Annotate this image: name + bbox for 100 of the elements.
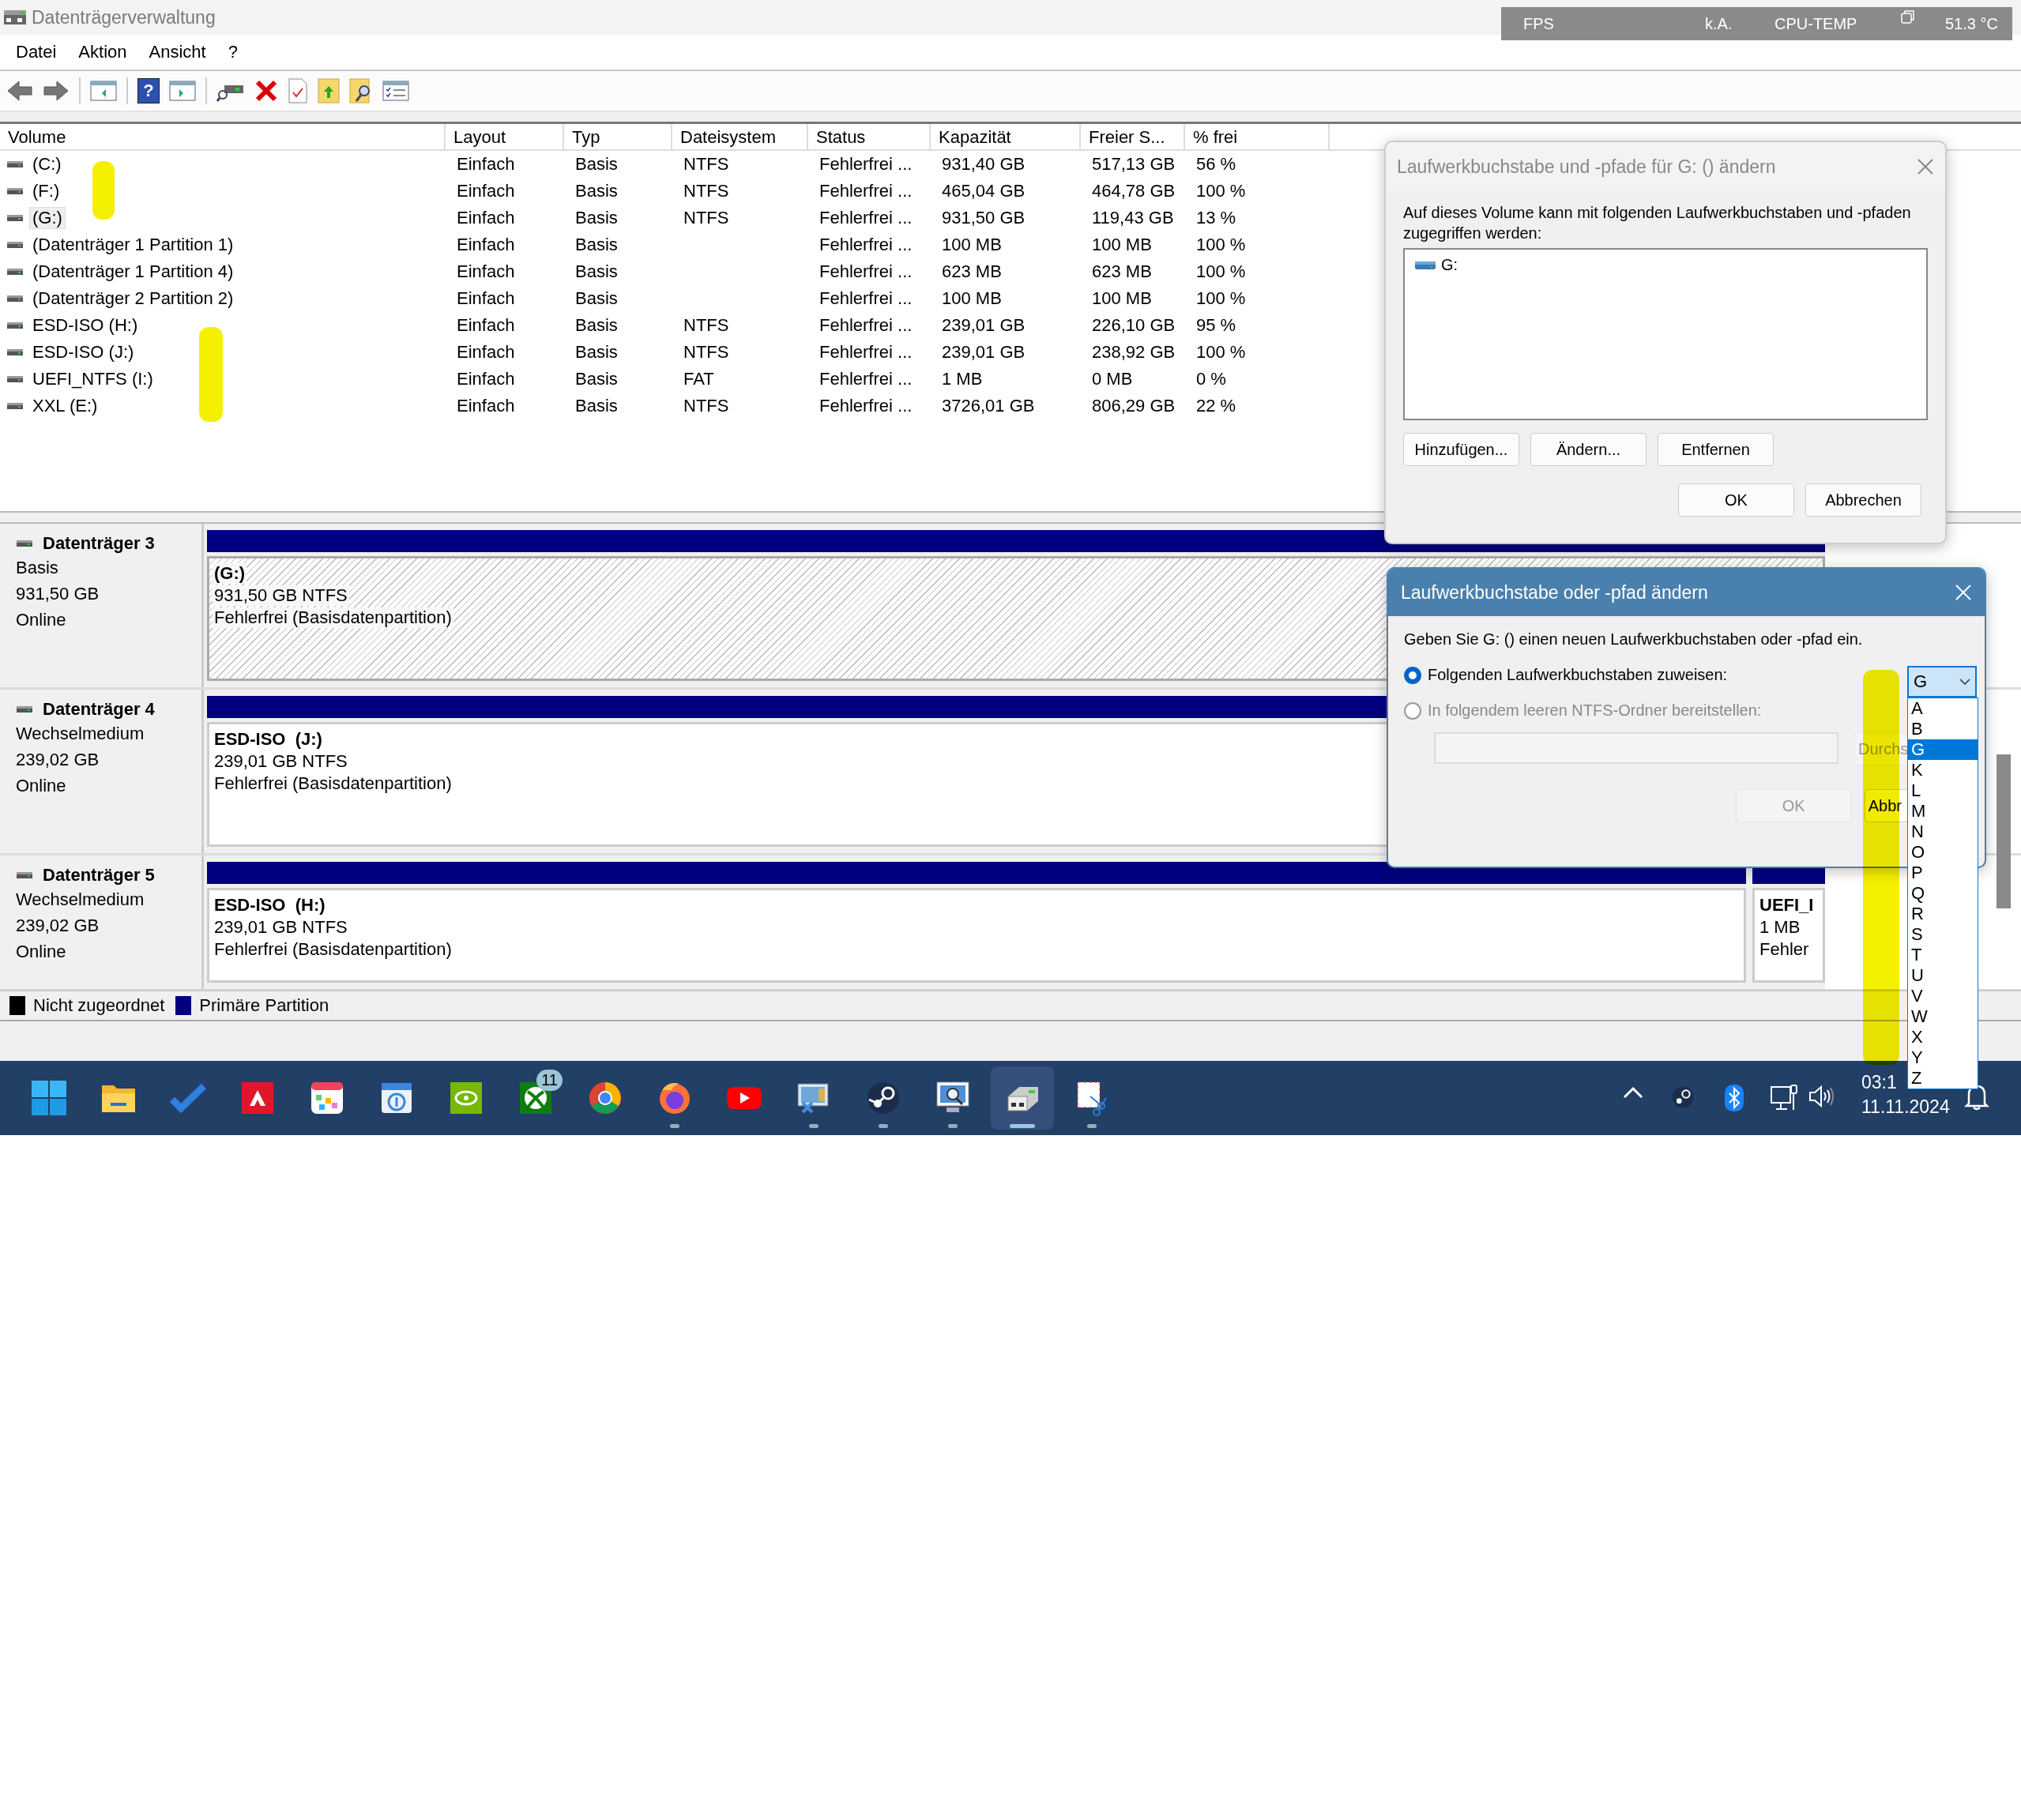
table-cell: Basis [575,288,618,309]
dropdown-option[interactable]: R [1908,904,1978,924]
dropdown-option[interactable]: G [1908,739,1978,760]
dropdown-option[interactable]: A [1908,698,1978,719]
bluetooth-icon[interactable] [1725,1085,1744,1111]
menu-item[interactable]: Ansicht [137,39,217,66]
dropdown-option[interactable]: L [1908,780,1978,801]
drive-name[interactable]: XXL (E:) [30,396,100,416]
scrollbar-thumb[interactable] [1997,754,2011,908]
path-list[interactable]: G: [1403,248,1928,420]
table-cell: NTFS [683,396,729,416]
table-cell: 100 % [1196,235,1246,255]
dropdown-option[interactable]: Z [1908,1068,1978,1089]
forward-arrow-icon[interactable] [43,79,70,103]
document-check-icon[interactable] [288,78,308,103]
drive-name[interactable]: ESD-ISO (J:) [30,342,137,363]
table-cell: Einfach [457,181,515,201]
table-cell: 806,29 GB [1092,396,1176,416]
table-cell: Einfach [457,288,515,309]
dialog-title: Laufwerkbuchstabe und -pfade für G: () ändern [1397,156,1776,178]
drive-name[interactable]: UEFI_NTFS (I:) [30,369,156,389]
table-cell: Einfach [457,342,515,363]
drive-name[interactable]: (Datenträger 1 Partition 4) [30,261,236,282]
column-header[interactable]: Freier S... [1081,124,1185,151]
cancel-button[interactable]: Abbrechen [1805,483,1921,517]
dropdown-option[interactable]: K [1908,760,1978,780]
partition-block[interactable]: UEFI_I 1 MB Fehler [1752,888,1825,983]
column-header[interactable]: Volume [0,124,446,151]
list-item[interactable]: G: [1441,256,1458,274]
close-button[interactable] [1917,158,1934,175]
bell-icon[interactable] [1964,1083,1989,1111]
menu-item[interactable]: ? [216,39,249,66]
drive-name[interactable]: (C:) [30,154,64,175]
column-header[interactable]: % frei [1185,124,1330,151]
action-pane-icon[interactable] [169,80,196,102]
delete-icon[interactable] [254,79,278,103]
disk-size: 239,02 GB [16,915,100,937]
ok-button[interactable]: OK [1678,483,1794,517]
column-header[interactable]: Status [808,124,931,151]
taskbar-app-button[interactable] [991,1066,1054,1130]
drive-name[interactable]: ESD-ISO (H:) [30,315,141,336]
table-cell: NTFS [683,315,729,336]
console-tree-icon[interactable] [90,80,117,102]
dropdown-option[interactable]: Y [1908,1047,1978,1068]
table-cell: Basis [575,396,618,416]
dropdown-option[interactable]: U [1908,965,1978,986]
drive-icon [6,400,24,412]
dialog-title: Laufwerkbuchstabe oder -pfad ändern [1401,581,1708,604]
dropdown-option[interactable]: Q [1908,883,1978,904]
disk-status: Online [16,609,67,631]
menu-item[interactable]: Aktion [67,39,138,66]
drive-name[interactable]: (Datenträger 1 Partition 1) [30,235,236,255]
taskbar-app-button[interactable]: 11 [504,1066,567,1130]
clock-date[interactable]: 11.11.2024 [1861,1096,1950,1118]
dropdown-option[interactable]: V [1908,986,1978,1006]
table-cell: Einfach [457,261,515,282]
dropdown-option[interactable]: S [1908,924,1978,945]
chevron-up-icon[interactable] [1622,1085,1644,1100]
table-cell: Fehlerfrei ... [819,315,913,336]
column-header[interactable]: Dateisystem [672,124,808,151]
table-cell: 465,04 GB [942,181,1026,201]
table-cell: NTFS [683,208,729,228]
back-arrow-icon[interactable] [6,79,33,103]
column-header[interactable]: Typ [564,124,672,151]
drive-name[interactable]: (Datenträger 2 Partition 2) [30,288,236,309]
dropdown-option[interactable]: O [1908,842,1978,863]
table-cell: Einfach [457,315,515,336]
table-cell: Einfach [457,208,515,228]
column-header[interactable]: Kapazität [931,124,1081,151]
radio-button[interactable] [1404,666,1421,684]
table-cell: 238,92 GB [1092,342,1176,363]
dropdown-option[interactable]: M [1908,801,1978,822]
restore-icon[interactable] [1900,9,1916,24]
table-cell: Fehlerfrei ... [819,208,913,228]
dropdown-option[interactable]: N [1908,822,1978,842]
drive-icon [6,320,24,331]
column-header[interactable]: Layout [446,124,564,151]
dropdown-option[interactable]: P [1908,863,1978,883]
speaker-icon[interactable] [1808,1085,1835,1108]
dialog-button[interactable]: Ändern... [1530,433,1647,466]
partition-block[interactable]: ESD-ISO (H:) 239,01 GB NTFS Fehlerfrei (Basisdatenpartition) [207,888,1746,983]
dropdown-option[interactable]: T [1908,945,1978,965]
help-icon[interactable]: ? [137,78,160,103]
dropdown-option[interactable]: B [1908,719,1978,739]
steam-logo-icon[interactable] [1670,1085,1695,1110]
menu-item[interactable]: Datei [5,39,68,66]
dropdown-option[interactable]: W [1908,1006,1978,1027]
drive-name[interactable]: (F:) [30,181,62,201]
dialog-button[interactable]: Entfernen [1658,433,1774,466]
checklist-icon[interactable] [382,80,409,102]
clock-time[interactable]: 03:1 [1861,1072,1897,1093]
dialog-button[interactable]: Hinzufügen... [1403,433,1519,466]
drive-name[interactable]: (G:) [30,208,65,228]
table-cell: 0 MB [1092,369,1133,389]
disk-size: 239,02 GB [16,749,100,771]
network-monitor-icon[interactable] [1770,1085,1798,1111]
dropdown-option[interactable]: X [1908,1027,1978,1047]
drive-letter-dropdown[interactable]: G [1907,666,1977,698]
table-cell: Basis [575,369,618,389]
table-cell: 22 % [1196,396,1236,416]
